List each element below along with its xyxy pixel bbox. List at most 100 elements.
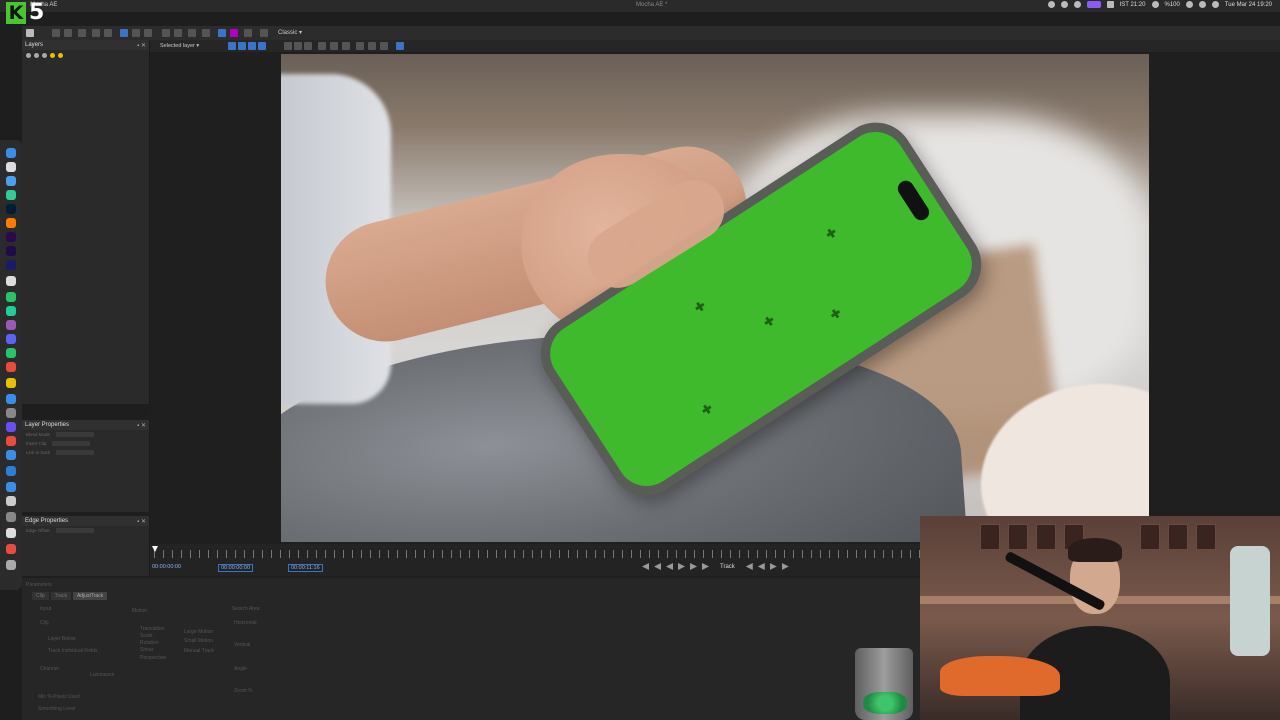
color-icon[interactable] (58, 53, 63, 58)
status-icon[interactable] (1047, 1, 1055, 8)
app-icon[interactable] (6, 292, 16, 302)
view-icon[interactable] (248, 42, 256, 50)
status-icon[interactable] (1073, 1, 1081, 8)
view-icon[interactable] (318, 42, 326, 50)
wifi-icon[interactable] (1185, 1, 1193, 8)
go-to-end-icon[interactable] (702, 563, 709, 570)
track-backwards-icon[interactable] (745, 563, 753, 570)
grid-icon[interactable] (260, 29, 268, 37)
param-label[interactable]: Small Motion (184, 638, 213, 644)
view-icon[interactable] (238, 42, 246, 50)
world-clock[interactable]: IST 21:20 (1120, 2, 1146, 8)
playhead-icon[interactable] (152, 546, 158, 552)
edge-offset-field[interactable] (55, 528, 94, 533)
close-icon[interactable]: ▪ ✕ (137, 42, 146, 49)
select-icon[interactable] (78, 29, 86, 37)
app-icon[interactable] (6, 408, 16, 418)
control-center-icon[interactable] (1211, 1, 1219, 8)
tab-clip[interactable]: Clip (32, 592, 49, 600)
view-icon[interactable] (356, 42, 364, 50)
play-icon[interactable] (678, 563, 685, 570)
pointer-tool-icon[interactable] (120, 29, 128, 37)
close-icon[interactable] (244, 29, 252, 37)
tab-track[interactable]: Track (50, 592, 71, 600)
view-icon[interactable] (368, 42, 376, 50)
app-icon[interactable] (6, 482, 16, 492)
view-icon[interactable] (228, 42, 236, 50)
app-icon[interactable] (6, 276, 16, 286)
search-icon[interactable] (1198, 1, 1206, 8)
view-icon[interactable] (294, 42, 302, 50)
app-icon[interactable] (6, 466, 16, 476)
download-icon[interactable] (26, 29, 34, 37)
pen-icon[interactable] (188, 29, 196, 37)
param-label[interactable]: Large Motion (184, 629, 213, 635)
pen-icon[interactable] (162, 29, 170, 37)
close-icon[interactable]: ▪ ✕ (137, 422, 146, 429)
param-label[interactable]: Shear (140, 647, 153, 653)
app-icon[interactable] (6, 378, 16, 388)
track-forward-frame-icon[interactable] (769, 563, 777, 570)
view-icon[interactable] (304, 42, 312, 50)
view-icon[interactable] (284, 42, 292, 50)
app-icon[interactable] (6, 306, 16, 316)
app-icon[interactable] (6, 162, 16, 172)
app-icon[interactable] (6, 544, 16, 554)
link-track-select[interactable] (56, 450, 95, 455)
insert-clip-select[interactable] (52, 441, 91, 446)
view-icon[interactable] (342, 42, 350, 50)
gear-icon[interactable] (34, 53, 39, 58)
track-forwards-icon[interactable] (781, 563, 789, 570)
app-icon[interactable] (6, 348, 16, 358)
view-icon[interactable] (258, 42, 266, 50)
out-timecode[interactable]: 00:00:11:16 (288, 564, 323, 572)
view-icon[interactable] (380, 42, 388, 50)
zoom-icon[interactable] (104, 29, 112, 37)
step-forward-icon[interactable] (690, 563, 697, 570)
bluetooth-icon[interactable] (1151, 1, 1159, 8)
go-to-start-icon[interactable] (642, 563, 649, 570)
app-icon[interactable] (6, 422, 16, 432)
media-encoder-icon[interactable] (6, 260, 16, 270)
app-icon[interactable] (6, 450, 16, 460)
rect-tool-icon[interactable] (132, 29, 140, 37)
circle-tool-icon[interactable] (144, 29, 152, 37)
status-icon[interactable] (1106, 1, 1114, 8)
app-icon[interactable] (6, 190, 16, 200)
app-icon[interactable] (6, 512, 16, 522)
tab-adjust-track[interactable]: AdjustTrack (72, 592, 108, 600)
current-timecode[interactable]: 00:00:00:00 (218, 564, 254, 572)
param-label[interactable]: Layer Below (48, 636, 76, 642)
track-back-frame-icon[interactable] (757, 563, 765, 570)
layer-select[interactable]: Selected layer ▾ (160, 43, 199, 49)
premiere-icon[interactable] (6, 232, 16, 242)
channel-select[interactable]: Luminance (90, 672, 114, 678)
param-label[interactable]: Manual Track (184, 648, 214, 654)
app-icon[interactable] (6, 394, 16, 404)
screen-record-icon[interactable] (1086, 1, 1101, 8)
hand-icon[interactable] (92, 29, 100, 37)
select-icon[interactable] (64, 29, 72, 37)
app-icon[interactable] (6, 362, 16, 372)
param-label[interactable]: Perspective (140, 655, 166, 661)
app-icon[interactable] (6, 320, 16, 330)
param-label[interactable]: Scale (140, 633, 153, 639)
view-mode-select[interactable]: Classic ▾ (278, 29, 302, 36)
app-icon[interactable] (6, 496, 16, 506)
app-icon[interactable] (6, 176, 16, 186)
clip-frame[interactable]: ✚ ✚ ✚ ✚ ✚ (281, 54, 1149, 542)
step-back-icon[interactable] (654, 563, 661, 570)
trash-icon[interactable] (6, 560, 16, 570)
illustrator-icon[interactable] (6, 218, 16, 228)
lock-icon[interactable] (42, 53, 47, 58)
close-icon[interactable]: ▪ ✕ (137, 518, 146, 525)
after-effects-icon[interactable] (6, 246, 16, 256)
app-icon[interactable] (6, 528, 16, 538)
discord-icon[interactable] (6, 334, 16, 344)
status-icon[interactable] (1060, 1, 1068, 8)
view-icon[interactable] (396, 42, 404, 50)
photoshop-icon[interactable] (6, 204, 16, 214)
view-icon[interactable] (330, 42, 338, 50)
spline-icon[interactable] (218, 29, 226, 37)
timeline-ruler[interactable] (154, 550, 920, 558)
